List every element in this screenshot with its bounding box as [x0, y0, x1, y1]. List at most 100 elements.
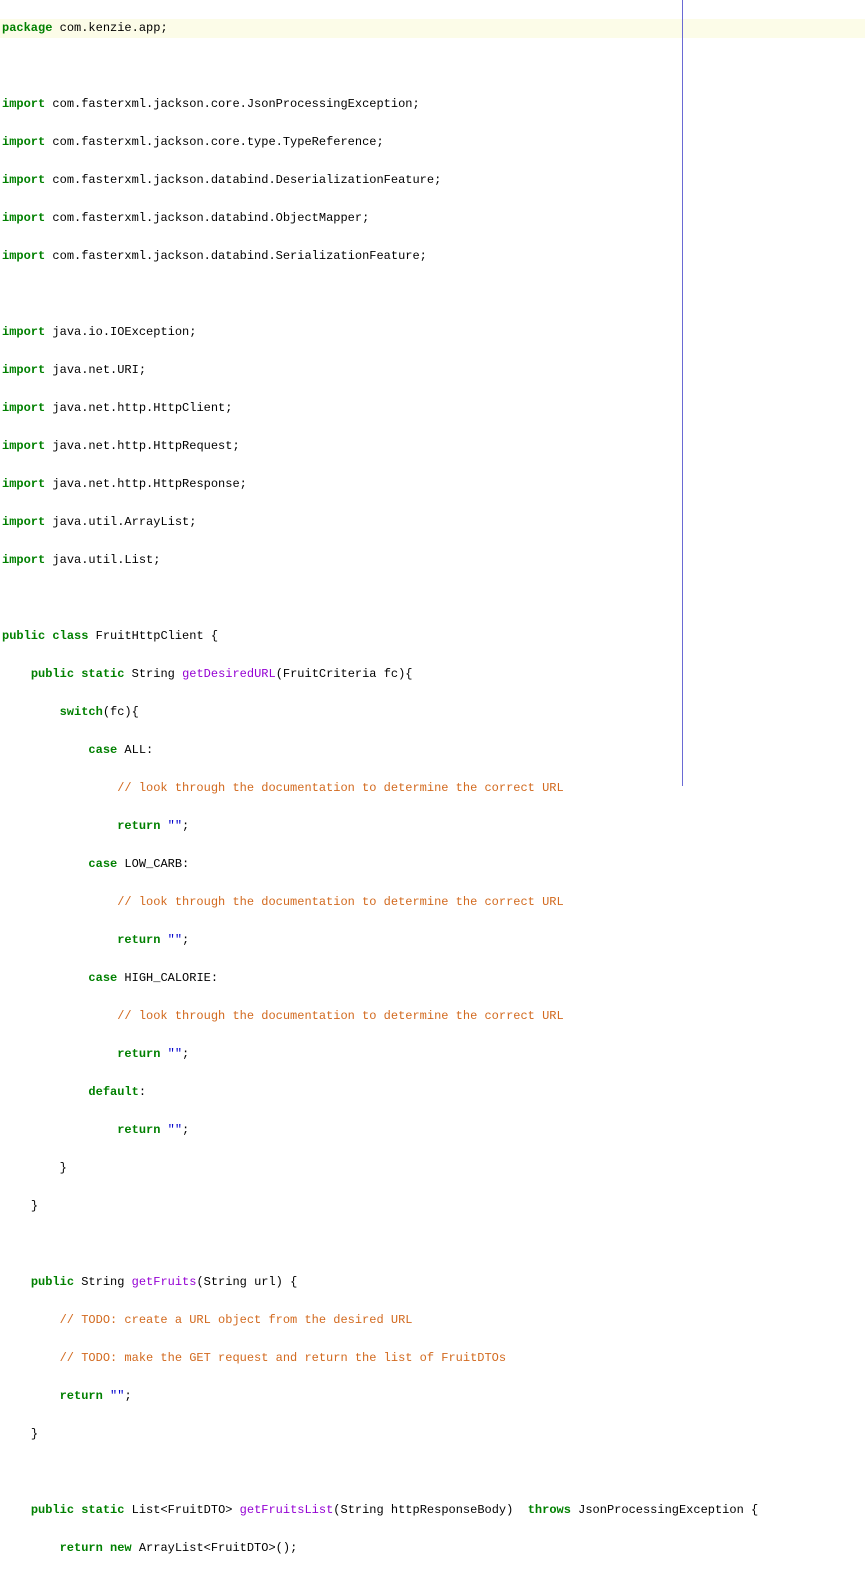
- code-line[interactable]: case LOW_CARB:: [0, 855, 865, 874]
- semicolon: ;: [182, 1047, 189, 1061]
- code-line[interactable]: [0, 1463, 865, 1482]
- code-line[interactable]: return "";: [0, 817, 865, 836]
- code-line[interactable]: }: [0, 1197, 865, 1216]
- class-name: FruitHttpClient {: [88, 629, 218, 643]
- colon: :: [139, 1085, 146, 1099]
- code-line[interactable]: return "";: [0, 1387, 865, 1406]
- switch-expr: (fc){: [103, 705, 139, 719]
- case-label: ALL:: [117, 743, 153, 757]
- keyword-import: import: [2, 401, 45, 415]
- semicolon: ;: [182, 819, 189, 833]
- code-line[interactable]: import java.net.http.HttpResponse;: [0, 475, 865, 494]
- brace-close: }: [31, 1199, 38, 1213]
- method-params: (String httpResponseBody): [333, 1503, 527, 1517]
- keyword-import: import: [2, 249, 45, 263]
- code-line[interactable]: public String getFruits(String url) {: [0, 1273, 865, 1292]
- comment: // TODO: create a URL object from the de…: [60, 1313, 413, 1327]
- code-line[interactable]: import java.util.ArrayList;: [0, 513, 865, 532]
- code-line[interactable]: public class FruitHttpClient {: [0, 627, 865, 646]
- method-name: getFruitsList: [240, 1503, 334, 1517]
- import-path: com.fasterxml.jackson.core.type.TypeRefe…: [45, 135, 383, 149]
- print-margin-line: [682, 0, 683, 786]
- return-type: List<FruitDTO>: [124, 1503, 239, 1517]
- code-line[interactable]: case ALL:: [0, 741, 865, 760]
- code-line[interactable]: return "";: [0, 1121, 865, 1140]
- code-line[interactable]: import com.fasterxml.jackson.databind.Se…: [0, 247, 865, 266]
- keyword-public: public: [31, 667, 74, 681]
- keyword-new: new: [110, 1541, 132, 1555]
- semicolon: ;: [182, 933, 189, 947]
- string-literal: "": [160, 1123, 182, 1137]
- code-line[interactable]: [0, 1235, 865, 1254]
- code-line[interactable]: default:: [0, 1083, 865, 1102]
- comment: // look through the documentation to det…: [117, 781, 563, 795]
- keyword-import: import: [2, 325, 45, 339]
- code-line[interactable]: import java.net.http.HttpRequest;: [0, 437, 865, 456]
- code-line[interactable]: // look through the documentation to det…: [0, 893, 865, 912]
- keyword-import: import: [2, 439, 45, 453]
- import-path: java.net.http.HttpRequest;: [45, 439, 239, 453]
- code-editor[interactable]: package com.kenzie.app; import com.faste…: [0, 0, 865, 1572]
- import-path: com.fasterxml.jackson.databind.ObjectMap…: [45, 211, 369, 225]
- keyword-import: import: [2, 173, 45, 187]
- semicolon: ;: [124, 1389, 131, 1403]
- code-line[interactable]: import com.fasterxml.jackson.databind.Ob…: [0, 209, 865, 228]
- code-line[interactable]: public static String getDesiredURL(Fruit…: [0, 665, 865, 684]
- code-line[interactable]: [0, 285, 865, 304]
- code-line[interactable]: // TODO: create a URL object from the de…: [0, 1311, 865, 1330]
- code-line[interactable]: // look through the documentation to det…: [0, 1007, 865, 1026]
- code-line[interactable]: import com.fasterxml.jackson.core.type.T…: [0, 133, 865, 152]
- code-line[interactable]: import java.net.URI;: [0, 361, 865, 380]
- string-literal: "": [160, 1047, 182, 1061]
- semicolon: ;: [182, 1123, 189, 1137]
- code-line[interactable]: return "";: [0, 1045, 865, 1064]
- keyword-import: import: [2, 211, 45, 225]
- keyword-public: public: [31, 1503, 74, 1517]
- import-path: java.util.List;: [45, 553, 160, 567]
- code-line[interactable]: [0, 589, 865, 608]
- case-label: LOW_CARB:: [117, 857, 189, 871]
- keyword-default: default: [88, 1085, 138, 1099]
- keyword-return: return: [60, 1389, 103, 1403]
- code-line[interactable]: case HIGH_CALORIE:: [0, 969, 865, 988]
- code-line[interactable]: public static List<FruitDTO> getFruitsLi…: [0, 1501, 865, 1520]
- case-label: HIGH_CALORIE:: [117, 971, 218, 985]
- keyword-return: return: [117, 819, 160, 833]
- code-line[interactable]: import java.util.List;: [0, 551, 865, 570]
- return-type: String: [124, 667, 182, 681]
- import-path: java.net.http.HttpClient;: [45, 401, 232, 415]
- code-line[interactable]: import com.fasterxml.jackson.core.JsonPr…: [0, 95, 865, 114]
- package-path: com.kenzie.app;: [52, 21, 167, 35]
- code-line[interactable]: return "";: [0, 931, 865, 950]
- code-line[interactable]: import java.net.http.HttpClient;: [0, 399, 865, 418]
- import-path: java.net.URI;: [45, 363, 146, 377]
- code-line[interactable]: package com.kenzie.app;: [0, 19, 865, 38]
- keyword-static: static: [81, 667, 124, 681]
- keyword-return: return: [60, 1541, 103, 1555]
- keyword-public: public: [31, 1275, 74, 1289]
- keyword-import: import: [2, 135, 45, 149]
- code-line[interactable]: switch(fc){: [0, 703, 865, 722]
- comment: // look through the documentation to det…: [117, 1009, 563, 1023]
- comment: // look through the documentation to det…: [117, 895, 563, 909]
- throws-type: JsonProcessingException {: [571, 1503, 758, 1517]
- return-type: String: [74, 1275, 132, 1289]
- code-line[interactable]: // TODO: make the GET request and return…: [0, 1349, 865, 1368]
- code-line[interactable]: import com.fasterxml.jackson.databind.De…: [0, 171, 865, 190]
- method-name: getDesiredURL: [182, 667, 276, 681]
- keyword-package: package: [2, 21, 52, 35]
- code-line[interactable]: import java.io.IOException;: [0, 323, 865, 342]
- method-name: getFruits: [132, 1275, 197, 1289]
- brace-close: }: [31, 1427, 38, 1441]
- import-path: com.fasterxml.jackson.databind.Serializa…: [45, 249, 427, 263]
- code-line[interactable]: }: [0, 1159, 865, 1178]
- import-path: java.net.http.HttpResponse;: [45, 477, 247, 491]
- code-line[interactable]: return new ArrayList<FruitDTO>();: [0, 1539, 865, 1558]
- code-line[interactable]: [0, 57, 865, 76]
- keyword-public: public: [2, 629, 45, 643]
- code-line[interactable]: }: [0, 1425, 865, 1444]
- code-line[interactable]: // look through the documentation to det…: [0, 779, 865, 798]
- keyword-return: return: [117, 1123, 160, 1137]
- keyword-import: import: [2, 477, 45, 491]
- keyword-static: static: [81, 1503, 124, 1517]
